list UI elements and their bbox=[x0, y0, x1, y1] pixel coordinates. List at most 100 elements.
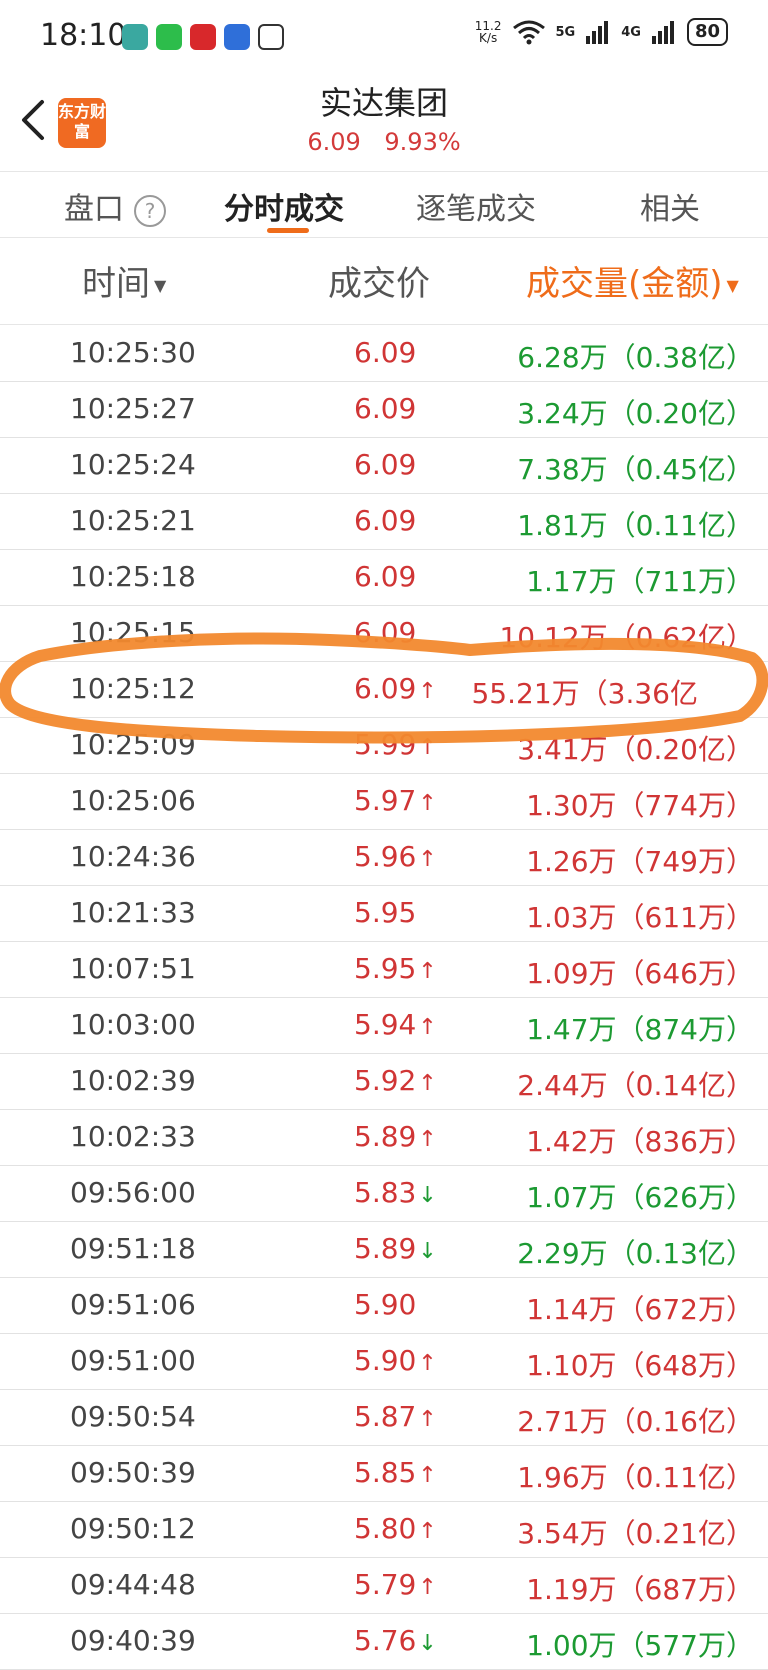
signal-5g-label: 5G bbox=[555, 24, 576, 40]
tab-related[interactable]: 相关 bbox=[640, 184, 700, 228]
table-row-highlighted[interactable]: 10:25:12 6.09↑ 55.21万（3.36亿 bbox=[0, 662, 768, 718]
sort-caret-icon: ▼ bbox=[726, 276, 739, 295]
row-volume: 1.19万（687万） bbox=[526, 1573, 754, 1606]
row-time: 10:25:21 bbox=[70, 504, 196, 537]
row-volume: 10.12万（0.62亿） bbox=[499, 621, 754, 654]
table-row[interactable]: 10:24:36 5.96↑ 1.26万（749万） bbox=[0, 830, 768, 886]
row-volume: 1.00万（577万） bbox=[526, 1629, 754, 1662]
table-row[interactable]: 09:56:00 5.83↓ 1.07万（626万） bbox=[0, 1166, 768, 1222]
table-row[interactable]: 09:40:39 5.76↓ 1.00万（577万） bbox=[0, 1614, 768, 1670]
row-price: 6.09 bbox=[354, 616, 418, 649]
row-price: 5.95 bbox=[354, 896, 418, 929]
row-time: 09:50:54 bbox=[70, 1400, 196, 1433]
row-time: 10:25:15 bbox=[70, 616, 196, 649]
table-row[interactable]: 09:51:18 5.89↓ 2.29万（0.13亿） bbox=[0, 1222, 768, 1278]
browser-app-icon bbox=[224, 24, 250, 50]
row-time: 10:07:51 bbox=[70, 952, 196, 985]
table-row[interactable]: 10:02:39 5.92↑ 2.44万（0.14亿） bbox=[0, 1054, 768, 1110]
row-time: 10:21:33 bbox=[70, 896, 196, 929]
table-row[interactable]: 09:50:39 5.85↑ 1.96万（0.11亿） bbox=[0, 1446, 768, 1502]
table-row[interactable]: 10:25:24 6.09 7.38万（0.45亿） bbox=[0, 438, 768, 494]
row-volume: 3.41万（0.20亿） bbox=[517, 733, 754, 766]
table-row[interactable]: 09:51:00 5.90↑ 1.10万（648万） bbox=[0, 1334, 768, 1390]
tab-pankou[interactable]: 盘口? bbox=[64, 184, 166, 228]
status-right: 11.2 K/s 5G 4G 80 bbox=[475, 18, 728, 46]
table-row[interactable]: 09:50:12 5.80↑ 3.54万（0.21亿） bbox=[0, 1502, 768, 1558]
row-volume: 1.09万（646万） bbox=[526, 957, 754, 990]
row-time: 09:51:18 bbox=[70, 1232, 196, 1265]
col-volume-header[interactable]: 成交量(金额) ▼ bbox=[526, 256, 739, 305]
table-row[interactable]: 10:25:09 5.99↑ 3.41万（0.20亿） bbox=[0, 718, 768, 774]
table-row[interactable]: 10:25:21 6.09 1.81万（0.11亿） bbox=[0, 494, 768, 550]
stock-app-icon bbox=[190, 24, 216, 50]
help-icon[interactable]: ? bbox=[134, 194, 166, 227]
table-row[interactable]: 10:03:00 5.94↑ 1.47万（874万） bbox=[0, 998, 768, 1054]
row-time: 10:25:06 bbox=[70, 784, 196, 817]
row-time: 10:03:00 bbox=[70, 1008, 196, 1041]
row-volume: 1.10万（648万） bbox=[526, 1349, 754, 1382]
row-price-value: 5.99 bbox=[354, 728, 417, 761]
row-price: 5.97↑ bbox=[354, 784, 437, 817]
row-price-value: 5.90 bbox=[354, 1288, 417, 1321]
row-price: 5.95↑ bbox=[354, 952, 437, 985]
row-time: 09:56:00 bbox=[70, 1176, 196, 1209]
table-row[interactable]: 10:25:06 5.97↑ 1.30万（774万） bbox=[0, 774, 768, 830]
notification-icons bbox=[122, 24, 284, 50]
stock-change-pct: 9.93% bbox=[384, 128, 461, 156]
row-volume: 1.14万（672万） bbox=[526, 1293, 754, 1326]
table-row[interactable]: 09:44:48 5.79↑ 1.19万（687万） bbox=[0, 1558, 768, 1614]
table-row[interactable]: 10:25:18 6.09 1.17万（711万） bbox=[0, 550, 768, 606]
active-tab-indicator bbox=[267, 228, 309, 233]
row-price-value: 5.79 bbox=[354, 1568, 417, 1601]
row-price-value: 5.87 bbox=[354, 1400, 417, 1433]
row-time: 09:44:48 bbox=[70, 1568, 196, 1601]
row-price-value: 5.89 bbox=[354, 1232, 417, 1265]
price-arrow-icon: ↓ bbox=[418, 1239, 437, 1264]
price-arrow-icon: ↑ bbox=[418, 791, 437, 816]
row-volume: 3.24万（0.20亿） bbox=[517, 397, 754, 430]
row-price-value: 6.09 bbox=[354, 672, 417, 705]
network-speed-unit: K/s bbox=[479, 31, 498, 45]
col-time-header[interactable]: 时间 ▼ bbox=[82, 256, 166, 305]
row-time: 09:50:12 bbox=[70, 1512, 196, 1545]
row-price-value: 5.90 bbox=[354, 1344, 417, 1377]
col-price-header[interactable]: 成交价 bbox=[328, 256, 430, 305]
table-row[interactable]: 10:25:27 6.09 3.24万（0.20亿） bbox=[0, 382, 768, 438]
table-row[interactable]: 10:07:51 5.95↑ 1.09万（646万） bbox=[0, 942, 768, 998]
table-row[interactable]: 10:25:15 6.09 10.12万（0.62亿） bbox=[0, 606, 768, 662]
row-time: 09:40:39 bbox=[70, 1624, 196, 1657]
row-price-value: 5.95 bbox=[354, 896, 417, 929]
col-volume-label: 成交量(金额) bbox=[526, 264, 723, 304]
col-time-label: 时间 bbox=[82, 264, 150, 304]
price-arrow-icon: ↑ bbox=[418, 1351, 437, 1376]
tab-tick-trades[interactable]: 逐笔成交 bbox=[416, 184, 536, 228]
row-price: 5.79↑ bbox=[354, 1568, 437, 1601]
table-row[interactable]: 09:50:54 5.87↑ 2.71万（0.16亿） bbox=[0, 1390, 768, 1446]
price-arrow-icon: ↓ bbox=[418, 1183, 437, 1208]
row-price: 5.89↓ bbox=[354, 1232, 437, 1265]
wifi-icon bbox=[512, 20, 545, 45]
price-arrow-icon: ↑ bbox=[418, 1575, 437, 1600]
row-time: 10:02:39 bbox=[70, 1064, 196, 1097]
row-volume: 7.38万（0.45亿） bbox=[517, 453, 754, 486]
row-volume: 1.17万（711万） bbox=[526, 565, 754, 598]
row-price-value: 6.09 bbox=[354, 616, 417, 649]
nfc-icon bbox=[258, 24, 284, 50]
price-arrow-icon: ↑ bbox=[418, 679, 437, 704]
row-price: 5.94↑ bbox=[354, 1008, 437, 1041]
table-row[interactable]: 10:25:30 6.09 6.28万（0.38亿） bbox=[0, 326, 768, 382]
price-arrow-icon: ↑ bbox=[418, 1463, 437, 1488]
row-price-value: 5.80 bbox=[354, 1512, 417, 1545]
table-row[interactable]: 10:02:33 5.89↑ 1.42万（836万） bbox=[0, 1110, 768, 1166]
price-arrow-icon: ↑ bbox=[418, 735, 437, 760]
row-price-value: 5.94 bbox=[354, 1008, 417, 1041]
signal-4g-label: 4G bbox=[621, 24, 641, 40]
trade-list[interactable]: 10:25:30 6.09 6.28万（0.38亿） 10:25:27 6.09… bbox=[0, 326, 768, 1670]
price-arrow-icon: ↑ bbox=[418, 847, 437, 872]
row-price-value: 5.83 bbox=[354, 1176, 417, 1209]
table-row[interactable]: 09:51:06 5.90 1.14万（672万） bbox=[0, 1278, 768, 1334]
row-price-value: 6.09 bbox=[354, 560, 417, 593]
table-row[interactable]: 10:21:33 5.95 1.03万（611万） bbox=[0, 886, 768, 942]
tab-timeshare-trades[interactable]: 分时成交 bbox=[224, 184, 344, 228]
row-price-value: 5.89 bbox=[354, 1120, 417, 1153]
